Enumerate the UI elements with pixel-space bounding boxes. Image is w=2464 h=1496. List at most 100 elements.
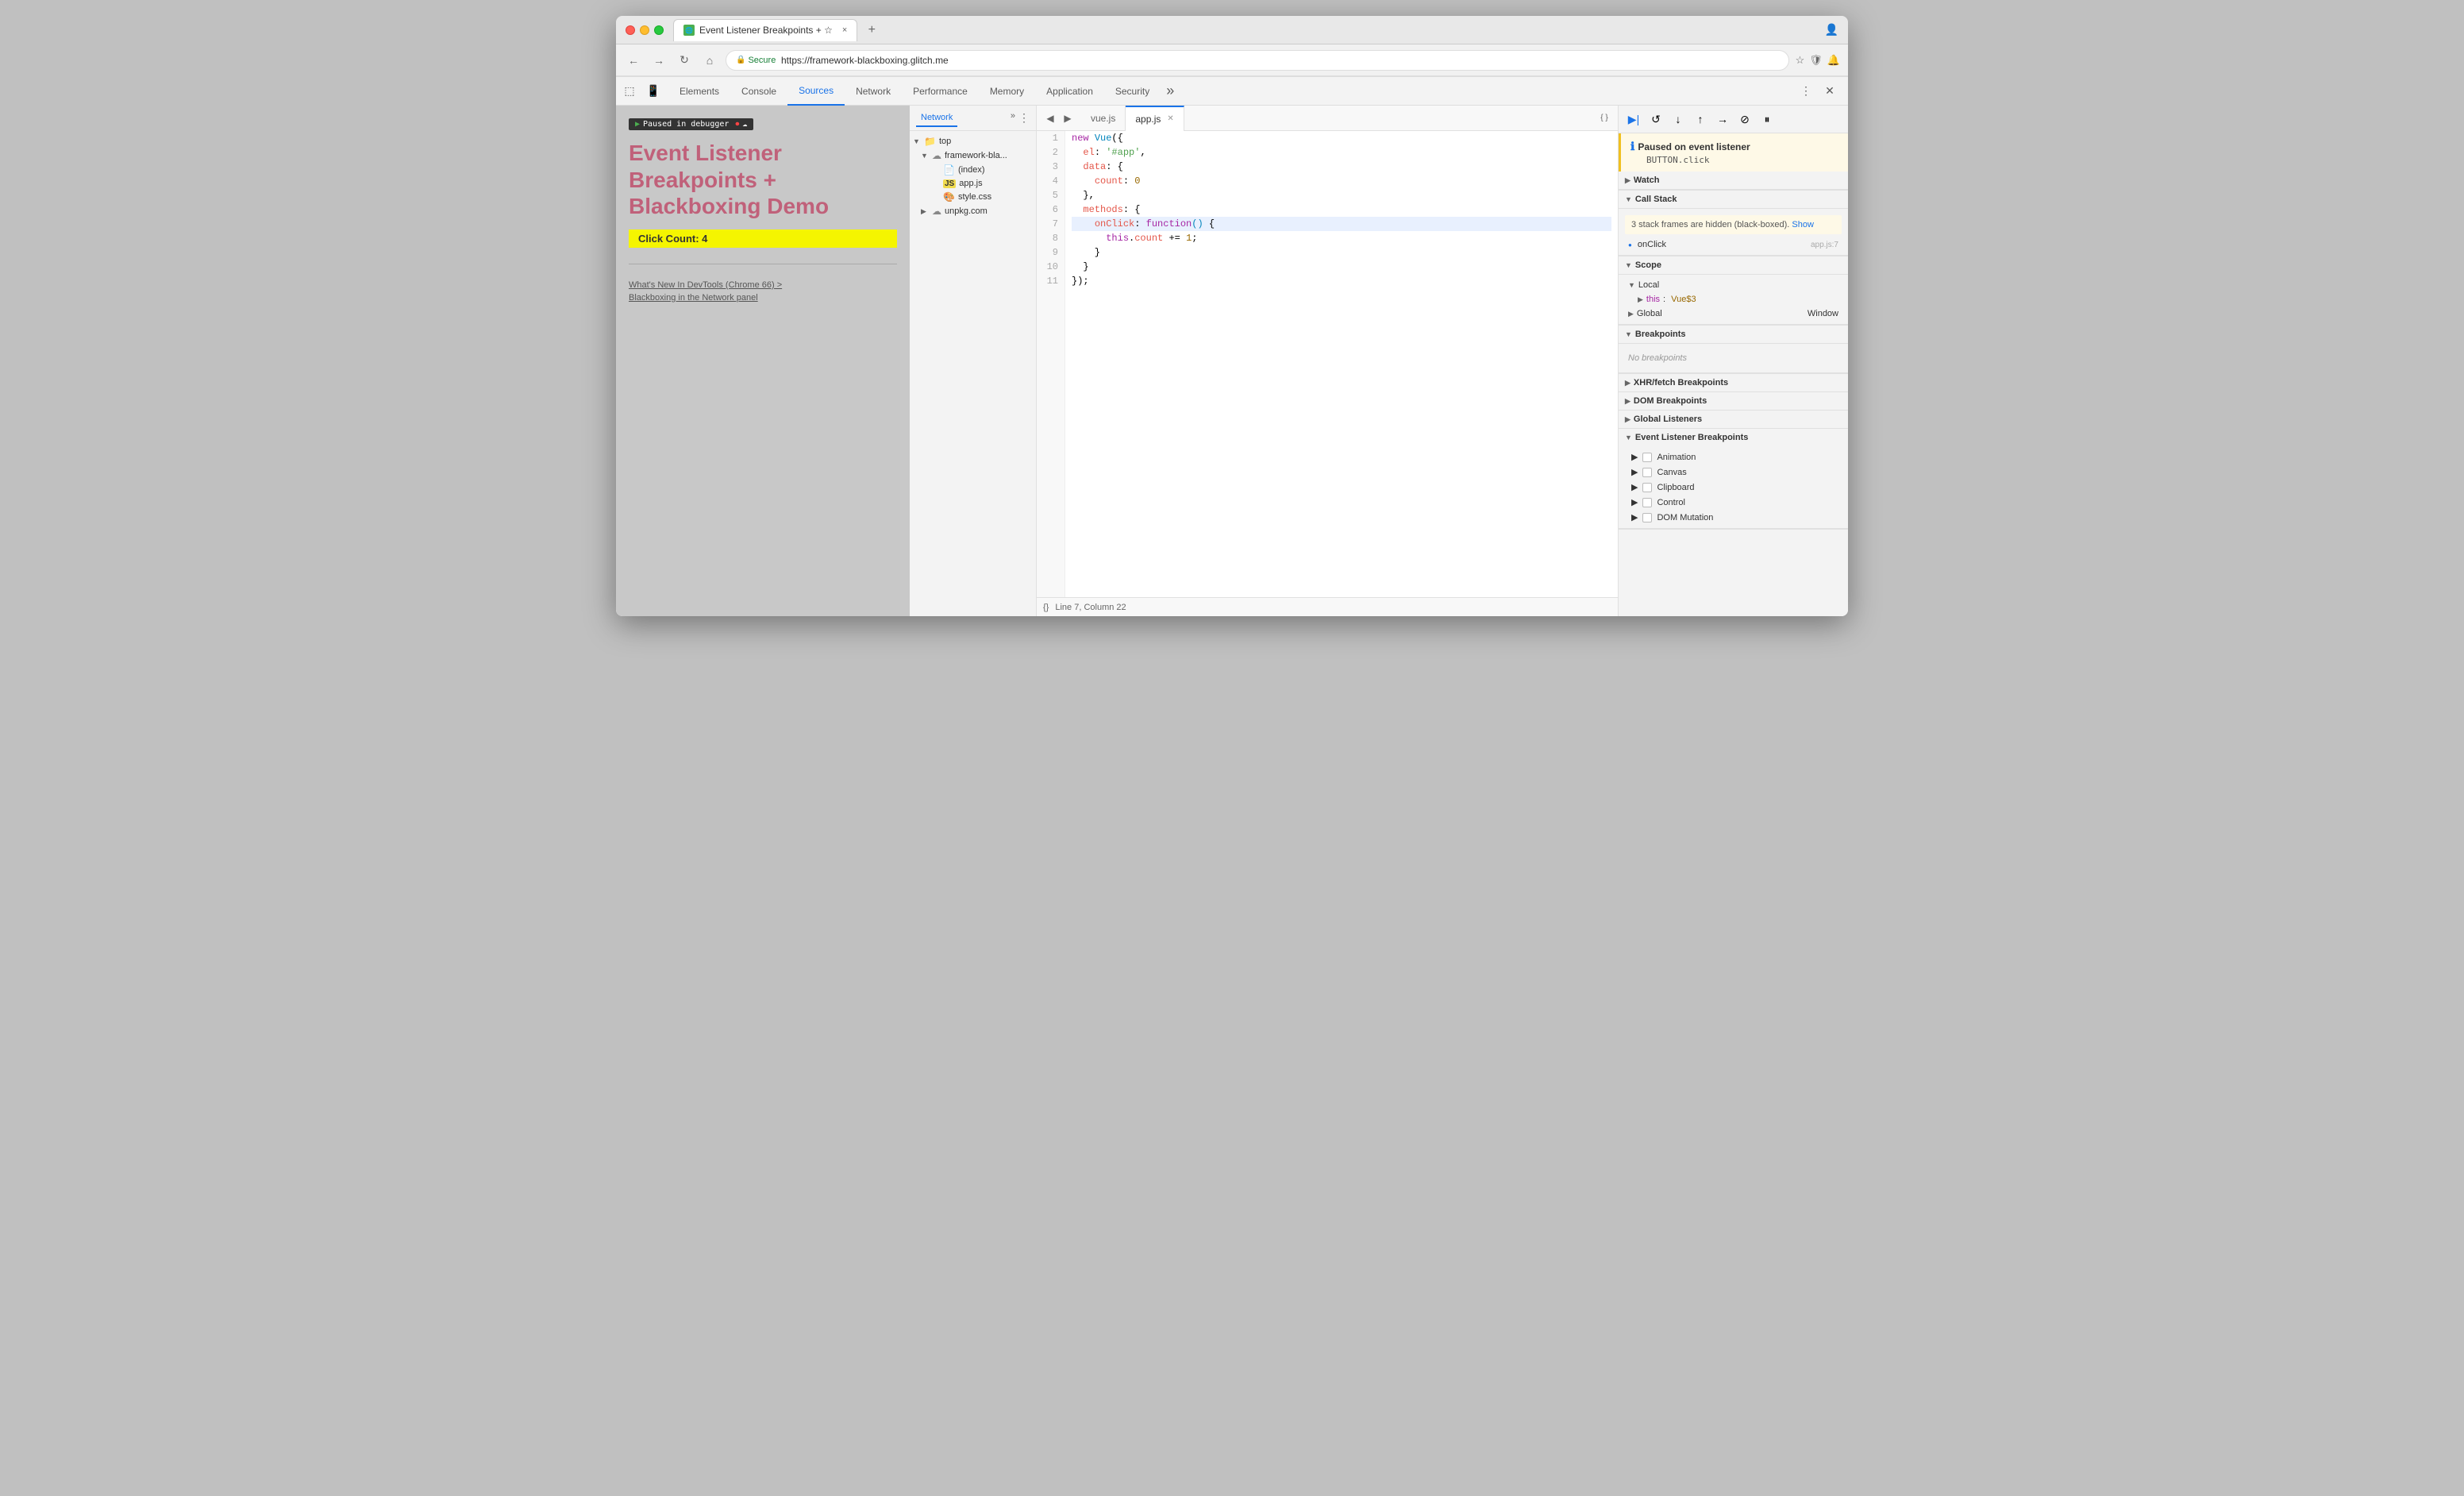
- clipboard-label: Clipboard: [1657, 483, 1694, 492]
- editor-tab-appjs[interactable]: app.js ✕: [1126, 106, 1184, 131]
- clipboard-checkbox[interactable]: [1642, 483, 1652, 492]
- call-stack-item-onclick[interactable]: ● onClick app.js:7: [1619, 237, 1848, 252]
- close-traffic-light[interactable]: [626, 25, 635, 35]
- format-button[interactable]: {}: [1043, 603, 1049, 612]
- tree-arrow-stylecss: [932, 193, 940, 201]
- files-tabs: Network » ⋮: [910, 106, 1036, 131]
- debugger-settings-icon: ☁: [742, 120, 747, 129]
- scope-local-header[interactable]: ▼ Local: [1619, 278, 1848, 292]
- tree-item-index[interactable]: 📄 (index): [910, 163, 1036, 177]
- event-control[interactable]: ▶ Control: [1619, 495, 1848, 510]
- tab-security[interactable]: Security: [1104, 77, 1161, 106]
- canvas-arrow: ▶: [1631, 467, 1638, 477]
- line-num-11: 11: [1043, 274, 1058, 288]
- browser-tab-active[interactable]: 🌐 Event Listener Breakpoints + ☆ ×: [673, 19, 857, 41]
- files-overflow-button[interactable]: »: [1011, 111, 1015, 125]
- step-over-button[interactable]: ↺: [1646, 109, 1666, 129]
- file-tree: ▼ 📁 top ▼ ☁ framework-bla... 📄 (index): [910, 131, 1036, 616]
- editor-tab-close[interactable]: ✕: [1167, 114, 1173, 123]
- pause-notice: ℹ Paused on event listener BUTTON.click: [1619, 133, 1848, 172]
- deactivate-breakpoints-button[interactable]: ⊘: [1734, 109, 1755, 129]
- event-dom-mutation[interactable]: ▶ DOM Mutation: [1619, 510, 1848, 525]
- user-icon[interactable]: 👤: [1825, 23, 1838, 37]
- refresh-button[interactable]: ↻: [675, 51, 694, 70]
- scope-header[interactable]: ▼ Scope: [1619, 256, 1848, 275]
- no-breakpoints: No breakpoints: [1619, 347, 1848, 369]
- step-button[interactable]: →: [1712, 109, 1733, 129]
- devtools-close-button[interactable]: ✕: [1819, 81, 1840, 102]
- code-line-5: },: [1072, 188, 1611, 202]
- step-out-button[interactable]: ↑: [1690, 109, 1711, 129]
- breakpoints-header[interactable]: ▼ Breakpoints: [1619, 326, 1848, 344]
- tab-sources[interactable]: Sources: [787, 77, 845, 106]
- canvas-checkbox[interactable]: [1642, 468, 1652, 477]
- code-content[interactable]: 1 2 3 4 5 6 7 8 9 10 11 new Vue({: [1037, 131, 1618, 597]
- maximize-traffic-light[interactable]: [654, 25, 664, 35]
- editor-prettify-button[interactable]: { }: [1596, 110, 1613, 127]
- tree-item-top[interactable]: ▼ 📁 top: [910, 134, 1036, 148]
- tab-application[interactable]: Application: [1035, 77, 1104, 106]
- tree-label-unpkg: unpkg.com: [945, 206, 988, 216]
- tab-console[interactable]: Console: [730, 77, 787, 106]
- code-lines: new Vue({ el: '#app', data: { count: 0 }…: [1065, 131, 1618, 597]
- call-stack-header[interactable]: ▼ Call Stack: [1619, 191, 1848, 209]
- global-listeners-header[interactable]: ▶ Global Listeners: [1619, 411, 1848, 428]
- home-button[interactable]: ⌂: [700, 51, 719, 70]
- files-tab-network[interactable]: Network: [916, 110, 957, 127]
- watch-section-header[interactable]: ▶ Watch: [1619, 172, 1848, 190]
- blackboxing-link[interactable]: Blackboxing in the Network panel: [629, 293, 897, 303]
- tab-title: Event Listener Breakpoints + ☆: [699, 25, 833, 36]
- tree-item-unpkg[interactable]: ▶ ☁ unpkg.com: [910, 204, 1036, 218]
- call-stack-content: 3 stack frames are hidden (black-boxed).…: [1619, 209, 1848, 256]
- tab-elements[interactable]: Elements: [668, 77, 730, 106]
- global-listeners-section: ▶ Global Listeners: [1619, 411, 1848, 429]
- step-into-button[interactable]: ↓: [1668, 109, 1688, 129]
- inspect-element-button[interactable]: ⬚: [619, 81, 640, 102]
- dom-mutation-checkbox[interactable]: [1642, 513, 1652, 522]
- animation-checkbox[interactable]: [1642, 453, 1652, 462]
- tab-overflow-button[interactable]: »: [1161, 82, 1180, 101]
- page-title: Event Listener Breakpoints + Blackboxing…: [629, 140, 897, 220]
- event-listener-header[interactable]: ▼ Event Listener Breakpoints: [1619, 429, 1848, 446]
- code-line-4: count: 0: [1072, 174, 1611, 188]
- click-count-button[interactable]: Click Count: 4: [629, 229, 897, 248]
- scope-global-header[interactable]: ▶ Global Window: [1619, 307, 1848, 321]
- event-clipboard[interactable]: ▶ Clipboard: [1619, 480, 1848, 495]
- minimize-traffic-light[interactable]: [640, 25, 649, 35]
- tab-memory[interactable]: Memory: [979, 77, 1035, 106]
- scope-this-item[interactable]: ▶ this : Vue$3: [1619, 292, 1848, 307]
- tab-close-button[interactable]: ×: [842, 25, 847, 35]
- pause-on-exceptions-button[interactable]: ⏸: [1757, 109, 1777, 129]
- code-line-7: onClick: function() {: [1072, 217, 1611, 231]
- breakpoints-label: Breakpoints: [1635, 330, 1686, 339]
- cloud-icon-unpkg: ☁: [932, 206, 941, 217]
- dom-breakpoints-header[interactable]: ▶ DOM Breakpoints: [1619, 392, 1848, 410]
- device-toolbar-button[interactable]: 📱: [643, 81, 664, 102]
- tree-item-framework[interactable]: ▼ ☁ framework-bla...: [910, 148, 1036, 163]
- devtools-link[interactable]: What's New In DevTools (Chrome 66) >: [629, 280, 897, 290]
- devtools-settings-button[interactable]: ⋮: [1796, 81, 1816, 102]
- watch-label: Watch: [1634, 175, 1660, 185]
- new-tab-button[interactable]: +: [862, 21, 881, 40]
- forward-button[interactable]: →: [649, 51, 668, 70]
- control-checkbox[interactable]: [1642, 498, 1652, 507]
- files-menu-button[interactable]: ⋮: [1018, 111, 1030, 125]
- tree-arrow-appjs: [932, 179, 940, 187]
- editor-tab-vuejs[interactable]: vue.js: [1081, 106, 1126, 131]
- code-line-10: }: [1072, 260, 1611, 274]
- bookmark-icon[interactable]: ☆: [1796, 54, 1805, 67]
- editor-nav-forward[interactable]: ▶: [1059, 110, 1076, 127]
- cloud-icon-framework: ☁: [932, 150, 941, 161]
- resume-button[interactable]: ▶|: [1623, 109, 1644, 129]
- event-canvas[interactable]: ▶ Canvas: [1619, 465, 1848, 480]
- tab-performance[interactable]: Performance: [902, 77, 979, 106]
- blackbox-show-link[interactable]: Show: [1792, 220, 1814, 229]
- editor-nav-back[interactable]: ◀: [1041, 110, 1059, 127]
- xhr-breakpoints-header[interactable]: ▶ XHR/fetch Breakpoints: [1619, 374, 1848, 391]
- tab-network[interactable]: Network: [845, 77, 902, 106]
- tree-item-stylecss[interactable]: 🎨 style.css: [910, 190, 1036, 204]
- back-button[interactable]: ←: [624, 51, 643, 70]
- tree-item-appjs[interactable]: JS app.js: [910, 177, 1036, 190]
- event-animation[interactable]: ▶ Animation: [1619, 449, 1848, 465]
- address-input[interactable]: 🔒 Secure https://framework-blackboxing.g…: [726, 50, 1789, 71]
